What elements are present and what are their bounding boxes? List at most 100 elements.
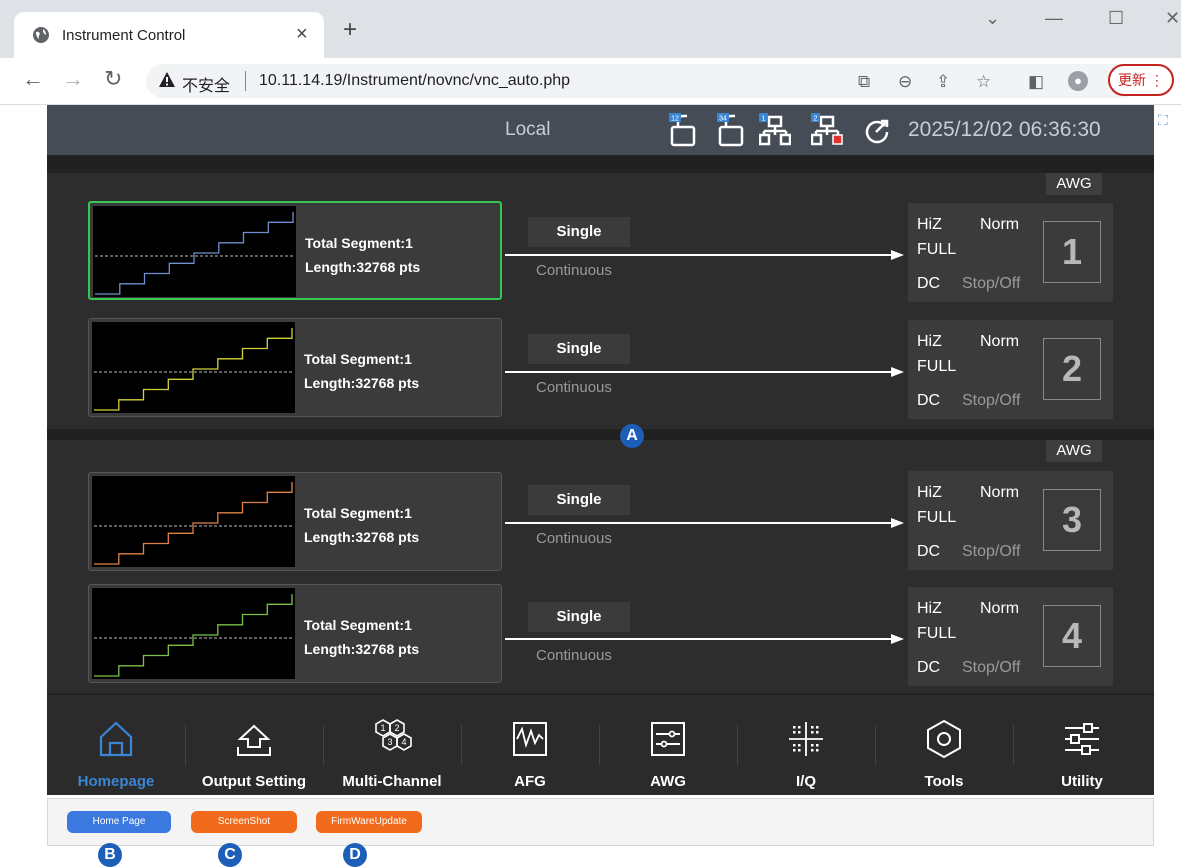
waveform-trace <box>94 328 293 411</box>
reload-icon[interactable]: ↻ <box>104 68 122 90</box>
nav-label: Tools <box>924 773 964 790</box>
share-icon[interactable]: ⇪ <box>936 72 950 92</box>
total-segment-label: Total Segment:1 <box>305 235 413 251</box>
channel-number: 3 <box>1043 489 1101 551</box>
utility-icon <box>1065 723 1099 755</box>
nav-iq[interactable]: I/Q <box>737 695 875 795</box>
channel-1-output-panel[interactable]: HiZ Norm FULL DC Stop/Off 1 <box>908 203 1113 302</box>
continuous-button[interactable]: Continuous <box>536 647 612 664</box>
continuous-button[interactable]: Continuous <box>536 262 612 279</box>
network-1-icon[interactable]: 1 <box>759 113 791 147</box>
total-segment-label: Total Segment:1 <box>304 351 412 367</box>
svg-text:34: 34 <box>719 116 727 123</box>
dc-label: DC <box>917 543 941 560</box>
translate-icon[interactable]: ⧉ <box>858 72 870 92</box>
firmware-update-button[interactable]: FirmWareUpdate <box>316 811 422 833</box>
annotation-marker-b: B <box>98 843 122 867</box>
annotation-marker-c: C <box>218 843 242 867</box>
page-button-bar: Home Page ScreenShot FirmWareUpdate <box>47 798 1154 846</box>
nav-afg[interactable]: AFG <box>461 695 599 795</box>
url-text: 10.11.14.19/Instrument/novnc/vnc_auto.ph… <box>259 72 571 89</box>
side-panel-icon[interactable]: ◧ <box>1028 72 1044 92</box>
waveform-plot <box>92 476 295 567</box>
nav-output-setting[interactable]: Output Setting <box>185 695 323 795</box>
waveform-plot <box>93 206 296 297</box>
single-button[interactable]: Single <box>528 602 630 632</box>
channel-3-waveform-panel[interactable]: Total Segment:1 Length:32768 pts <box>88 472 502 571</box>
channel-1-waveform-panel[interactable]: Total Segment:1 Length:32768 pts <box>88 201 502 300</box>
waveform-plot <box>92 588 295 679</box>
network-2-icon[interactable]: 2 <box>811 113 843 147</box>
multi-channel-icon: 1 23 4 <box>375 719 412 751</box>
channel-12-lock-icon[interactable]: 12 <box>669 113 697 147</box>
status-bar: Local 12 34 1 2 2025/12/02 06:36:30 <box>47 105 1154 155</box>
single-button[interactable]: Single <box>528 334 630 364</box>
channel-2-waveform-panel[interactable]: Total Segment:1 Length:32768 pts <box>88 318 502 417</box>
afg-icon <box>513 722 547 756</box>
address-bar[interactable]: 不安全 10.11.14.19/Instrument/novnc/vnc_aut… <box>146 64 1140 98</box>
profile-avatar-icon[interactable]: ● <box>1068 71 1088 91</box>
nav-tools[interactable]: Tools <box>875 695 1013 795</box>
window-close-icon[interactable]: ✕ <box>1165 8 1180 29</box>
nav-multi-channel[interactable]: 1234 Multi-Channel <box>323 695 461 795</box>
stop-off-label: Stop/Off <box>962 543 1021 560</box>
bottom-nav: Homepage Output Setting 1234 Multi-Chann… <box>47 695 1154 795</box>
instrument-screen: Local 12 34 1 2 2025/12/02 06:36:30 AWG … <box>47 105 1154 795</box>
signal-arrow <box>505 518 904 528</box>
signal-arrow <box>505 634 904 644</box>
dc-label: DC <box>917 659 941 676</box>
full-label: FULL <box>917 625 957 642</box>
browser-tab[interactable]: Instrument Control × <box>14 12 324 58</box>
tab-search-icon[interactable]: ⌄ <box>985 8 1000 29</box>
svg-text:4: 4 <box>401 737 406 747</box>
channel-34-lock-icon[interactable]: 34 <box>717 113 745 147</box>
length-label: Length:32768 pts <box>305 259 421 275</box>
nav-label: Multi-Channel <box>342 773 442 790</box>
continuous-button[interactable]: Continuous <box>536 379 612 396</box>
home-page-button[interactable]: Home Page <box>67 811 171 833</box>
single-button[interactable]: Single <box>528 217 630 247</box>
back-icon[interactable]: ← <box>22 68 44 90</box>
channel-number: 1 <box>1043 221 1101 283</box>
maximize-icon[interactable]: ☐ <box>1108 8 1124 29</box>
channel-number: 2 <box>1043 338 1101 400</box>
tab-close-icon[interactable]: × <box>296 23 308 46</box>
minimize-icon[interactable]: — <box>1045 8 1063 29</box>
globe-icon <box>33 27 49 43</box>
signal-arrow <box>505 367 904 377</box>
awg-icon <box>651 722 685 756</box>
svg-text:3: 3 <box>387 737 392 747</box>
hiz-label: HiZ <box>917 216 942 233</box>
nav-homepage[interactable]: Homepage <box>47 695 185 795</box>
continuous-button[interactable]: Continuous <box>536 530 612 547</box>
iq-icon <box>789 722 823 756</box>
awg-tag: AWG <box>1046 173 1102 195</box>
stop-off-label: Stop/Off <box>962 659 1021 676</box>
datetime: 2025/12/02 06:36:30 <box>908 118 1101 141</box>
total-segment-label: Total Segment:1 <box>304 505 412 521</box>
single-button[interactable]: Single <box>528 485 630 515</box>
channel-4-waveform-panel[interactable]: Total Segment:1 Length:32768 pts <box>88 584 502 683</box>
channel-2-output-panel[interactable]: HiZ Norm FULL DC Stop/Off 2 <box>908 320 1113 419</box>
channel-4-output-panel[interactable]: HiZ Norm FULL DC Stop/Off 4 <box>908 587 1113 686</box>
nav-awg[interactable]: AWG <box>599 695 737 795</box>
screenshot-button[interactable]: ScreenShot <box>191 811 297 833</box>
mode-label: Local <box>505 119 551 140</box>
channel-3-output-panel[interactable]: HiZ Norm FULL DC Stop/Off 3 <box>908 471 1113 570</box>
fullscreen-icon[interactable]: ⛶ <box>1158 112 1168 129</box>
forward-icon[interactable]: → <box>62 68 84 90</box>
output-icon <box>237 724 271 756</box>
update-button[interactable]: 更新 ⋮ <box>1108 64 1174 96</box>
signal-arrow <box>505 250 904 260</box>
dc-label: DC <box>917 392 941 409</box>
new-tab-button[interactable]: + <box>343 18 357 42</box>
nav-label: Output Setting <box>201 773 307 790</box>
nav-utility[interactable]: Utility <box>1013 695 1151 795</box>
tools-icon <box>927 719 961 759</box>
browser-toolbar: ← → ↻ 不安全 10.11.14.19/Instrument/novnc/v… <box>0 58 1181 105</box>
refresh-sync-icon[interactable] <box>863 117 891 145</box>
hiz-label: HiZ <box>917 600 942 617</box>
annotation-marker-d: D <box>343 843 367 867</box>
zoom-icon[interactable]: ⊖ <box>898 72 912 92</box>
bookmark-star-icon[interactable]: ☆ <box>976 72 991 92</box>
